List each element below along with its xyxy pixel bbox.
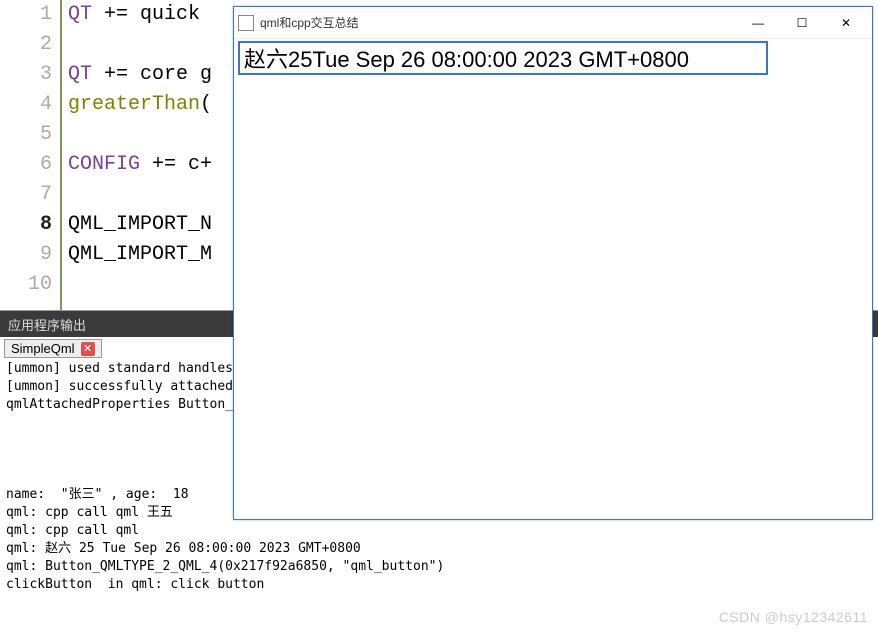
code-content[interactable]: QT += quick QT += core ggreaterThan( CONFI…	[62, 0, 212, 310]
line-number: 6	[0, 150, 52, 180]
window-content	[234, 39, 872, 77]
app-icon	[238, 15, 254, 31]
output-tab-label: SimpleQml	[11, 341, 75, 356]
close-button[interactable]: ✕	[824, 8, 868, 38]
code-line[interactable]	[68, 120, 212, 150]
watermark: CSDN @hsy12342611	[719, 609, 868, 625]
line-number: 3	[0, 60, 52, 90]
line-number: 9	[0, 240, 52, 270]
code-line[interactable]: QML_IMPORT_N	[68, 210, 212, 240]
app-window: qml和cpp交互总结 — ☐ ✕	[233, 6, 873, 520]
maximize-button[interactable]: ☐	[780, 8, 824, 38]
close-icon[interactable]: ✕	[81, 342, 95, 356]
code-line[interactable]: greaterThan(	[68, 90, 212, 120]
line-number: 10	[0, 270, 52, 300]
line-number: 4	[0, 90, 52, 120]
code-line[interactable]	[68, 180, 212, 210]
line-gutter: 12345678910	[0, 0, 62, 310]
code-line[interactable]	[68, 30, 212, 60]
code-line[interactable]: QML_IMPORT_M	[68, 240, 212, 270]
minimize-button[interactable]: —	[736, 8, 780, 38]
line-number: 2	[0, 30, 52, 60]
code-line[interactable]: QT += core g	[68, 60, 212, 90]
code-line[interactable]: QT += quick	[68, 0, 212, 30]
line-number: 7	[0, 180, 52, 210]
titlebar[interactable]: qml和cpp交互总结 — ☐ ✕	[234, 7, 872, 39]
window-title: qml和cpp交互总结	[260, 14, 359, 31]
line-number: 8	[0, 210, 52, 240]
output-header-label: 应用程序输出	[8, 315, 86, 334]
output-tab[interactable]: SimpleQml ✕	[4, 339, 102, 358]
code-line[interactable]	[68, 270, 212, 300]
line-number: 5	[0, 120, 52, 150]
text-input[interactable]	[238, 41, 768, 75]
line-number: 1	[0, 0, 52, 30]
code-line[interactable]: CONFIG += c+	[68, 150, 212, 180]
